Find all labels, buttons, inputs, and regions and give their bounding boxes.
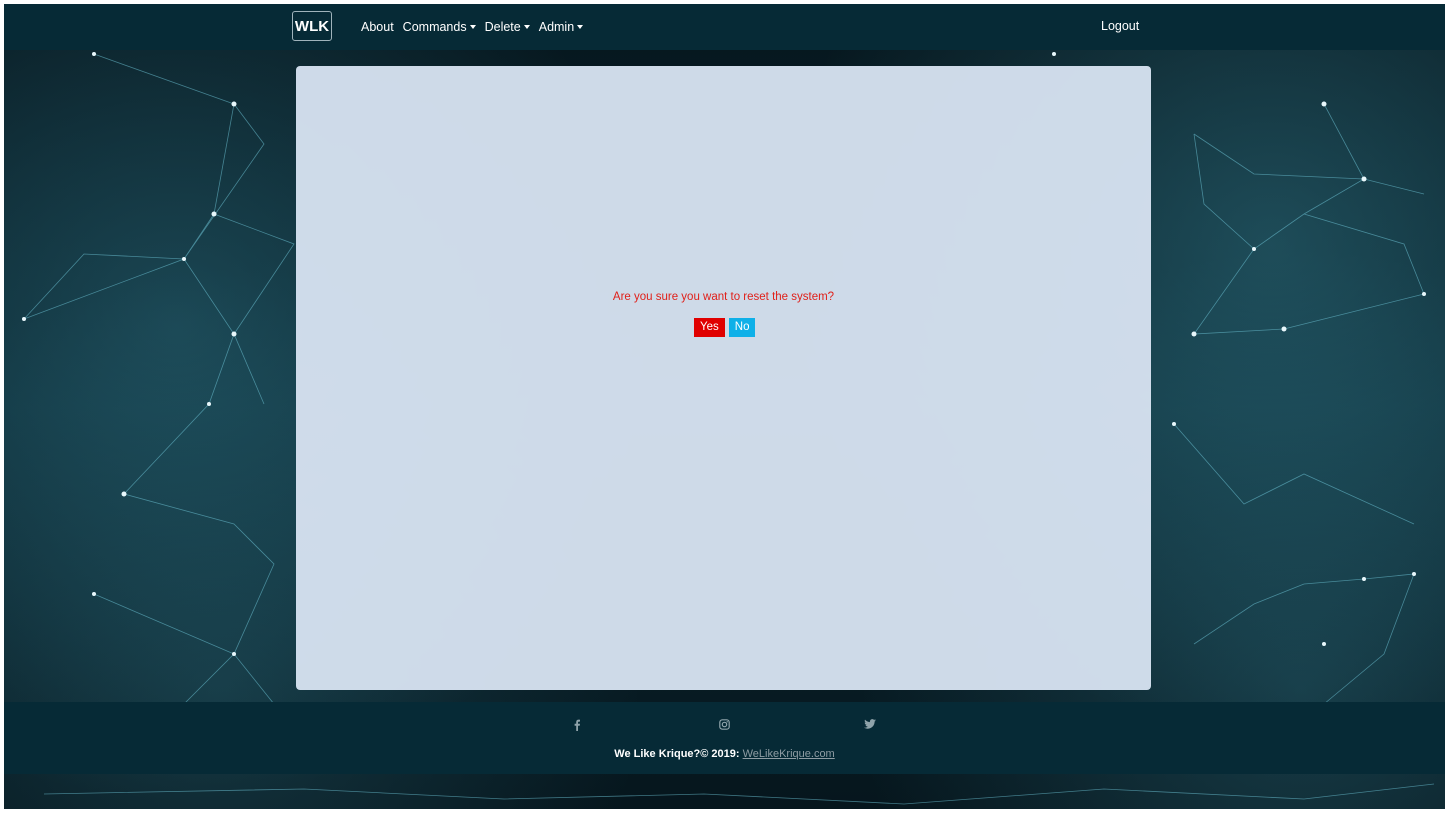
nav-commands-dropdown[interactable]: Commands	[403, 20, 476, 34]
twitter-icon[interactable]	[864, 719, 876, 729]
nav-commands-label: Commands	[402, 20, 467, 34]
website-link[interactable]: WeLikeKrique.com	[743, 748, 835, 760]
nav-admin-dropdown[interactable]: Admin	[538, 20, 584, 34]
instagram-icon[interactable]	[719, 719, 730, 730]
caret-down-icon	[469, 24, 476, 29]
logout-link[interactable]: Logout	[1101, 19, 1139, 33]
nav-admin-label: Admin	[538, 20, 575, 34]
nav-about-label: About	[361, 20, 394, 34]
navbar: WLK About Commands Delete Admin Logout	[4, 4, 1445, 50]
caret-down-icon	[523, 24, 530, 29]
caret-down-icon	[577, 24, 584, 29]
content-panel: Are you sure you want to reset the syste…	[296, 66, 1151, 690]
reset-confirm-question: Are you sure you want to reset the syste…	[612, 291, 835, 303]
brand-logo[interactable]: WLK	[292, 11, 332, 41]
no-button[interactable]: No	[728, 318, 756, 337]
facebook-icon[interactable]	[573, 719, 581, 731]
copyright: We Like Krique?© 2019: WeLikeKrique.com	[4, 748, 1445, 760]
nav-about[interactable]: About	[361, 20, 394, 34]
nav-links: About Commands Delete Admin	[361, 4, 584, 50]
footer: We Like Krique?© 2019: WeLikeKrique.com	[4, 702, 1445, 774]
confirm-buttons: Yes No	[694, 318, 756, 337]
yes-button[interactable]: Yes	[694, 318, 725, 337]
copyright-text: We Like Krique?© 2019:	[614, 748, 743, 760]
page-viewport: WLK About Commands Delete Admin Logout A…	[4, 4, 1445, 809]
nav-delete-label: Delete	[484, 20, 521, 34]
nav-delete-dropdown[interactable]: Delete	[485, 20, 530, 34]
